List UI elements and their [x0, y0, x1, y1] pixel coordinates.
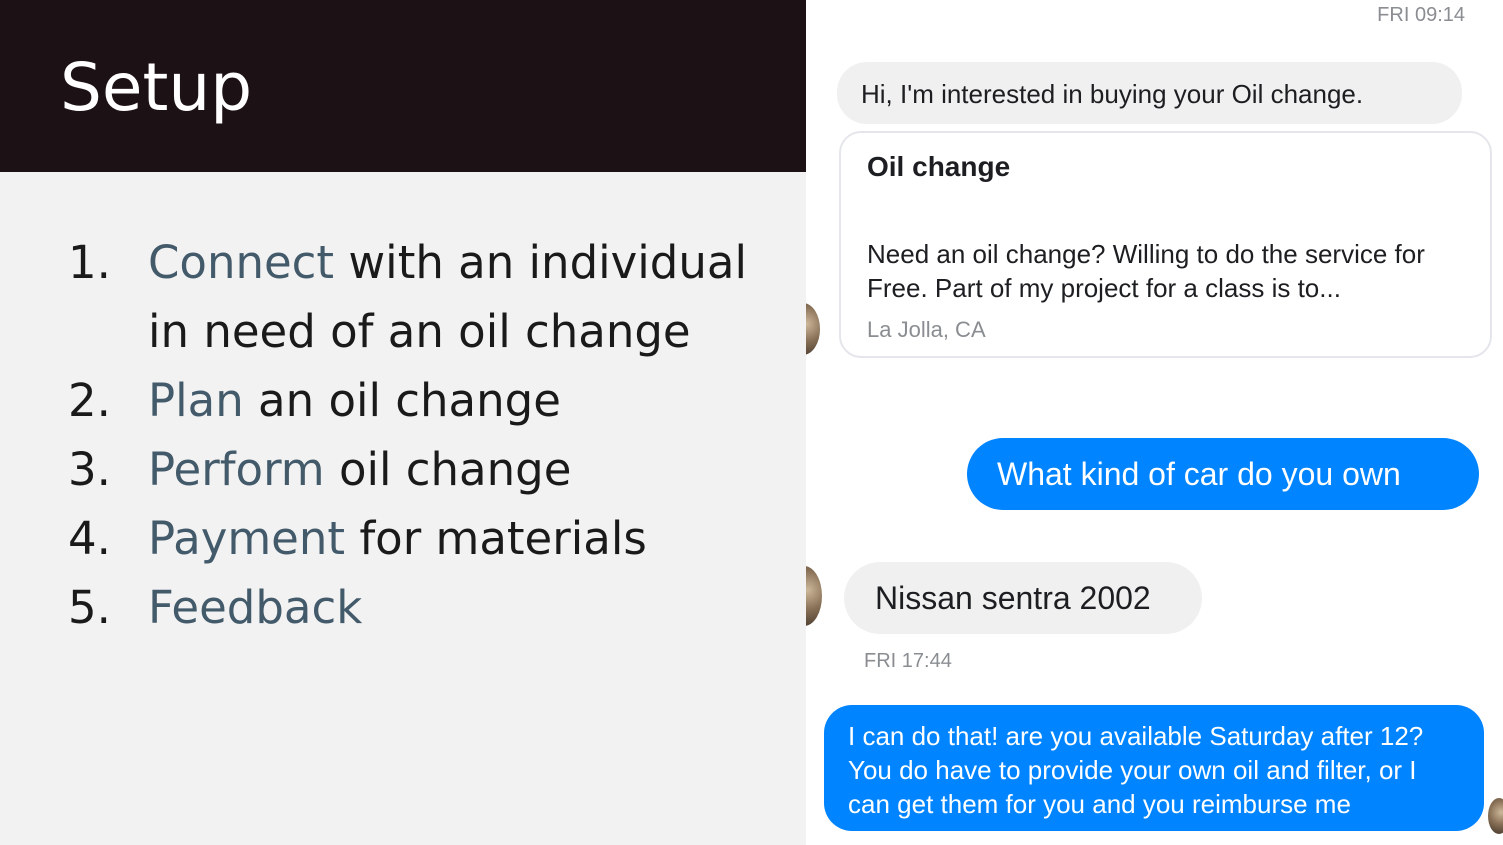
incoming-message[interactable]: Hi, I'm interested in buying your Oil ch… [837, 62, 1462, 124]
step-item: 1. Connect with an individual in need of… [68, 228, 768, 366]
listing-description: Need an oil change? Willing to do the se… [867, 239, 1425, 303]
step-item: 4. Payment for materials [68, 504, 768, 573]
step-item: 5. Feedback [68, 573, 768, 642]
step-highlight: Connect [148, 236, 335, 289]
outgoing-message[interactable]: I can do that! are you available Saturda… [824, 705, 1484, 831]
step-number: 3. [68, 443, 111, 496]
step-number: 1. [68, 236, 111, 289]
step-text: Payment for materials [148, 504, 768, 573]
steps-list: 1. Connect with an individual in need of… [68, 228, 768, 642]
step-rest: oil change [324, 443, 572, 496]
outgoing-message[interactable]: What kind of car do you own [967, 438, 1479, 510]
contact-avatar [806, 303, 820, 355]
step-rest: for materials [345, 512, 647, 565]
step-number: 2. [68, 374, 111, 427]
step-highlight: Plan [148, 374, 244, 427]
step-highlight: Perform [148, 443, 325, 496]
seen-avatar [1488, 798, 1503, 834]
step-item: 3. Perform oil change [68, 435, 768, 504]
listing-location: La Jolla, CA [867, 317, 986, 342]
slide-title: Setup [60, 49, 253, 126]
step-text: Perform oil change [148, 435, 768, 504]
step-highlight: Payment [148, 512, 346, 565]
listing-title: Oil change [867, 151, 1011, 182]
step-rest: an oil change [243, 374, 561, 427]
step-text: Connect with an individual in need of an… [148, 228, 768, 366]
step-item: 2. Plan an oil change [68, 366, 768, 435]
timestamp-top: FRI 09:14 [1377, 4, 1465, 26]
step-text: Plan an oil change [148, 366, 768, 435]
chat-panel: FRI 09:14 Hi, I'm interested in buying y… [806, 0, 1503, 845]
incoming-message[interactable]: Nissan sentra 2002 [844, 562, 1202, 634]
listing-card[interactable]: Oil change Need an oil change? Willing t… [839, 131, 1492, 358]
contact-avatar [806, 566, 822, 626]
slide-header: Setup [0, 0, 806, 172]
step-highlight: Feedback [148, 581, 363, 634]
step-number: 5. [68, 581, 111, 634]
timestamp-mid: FRI 17:44 [864, 650, 952, 672]
step-number: 4. [68, 512, 111, 565]
step-text: Feedback [148, 573, 768, 642]
